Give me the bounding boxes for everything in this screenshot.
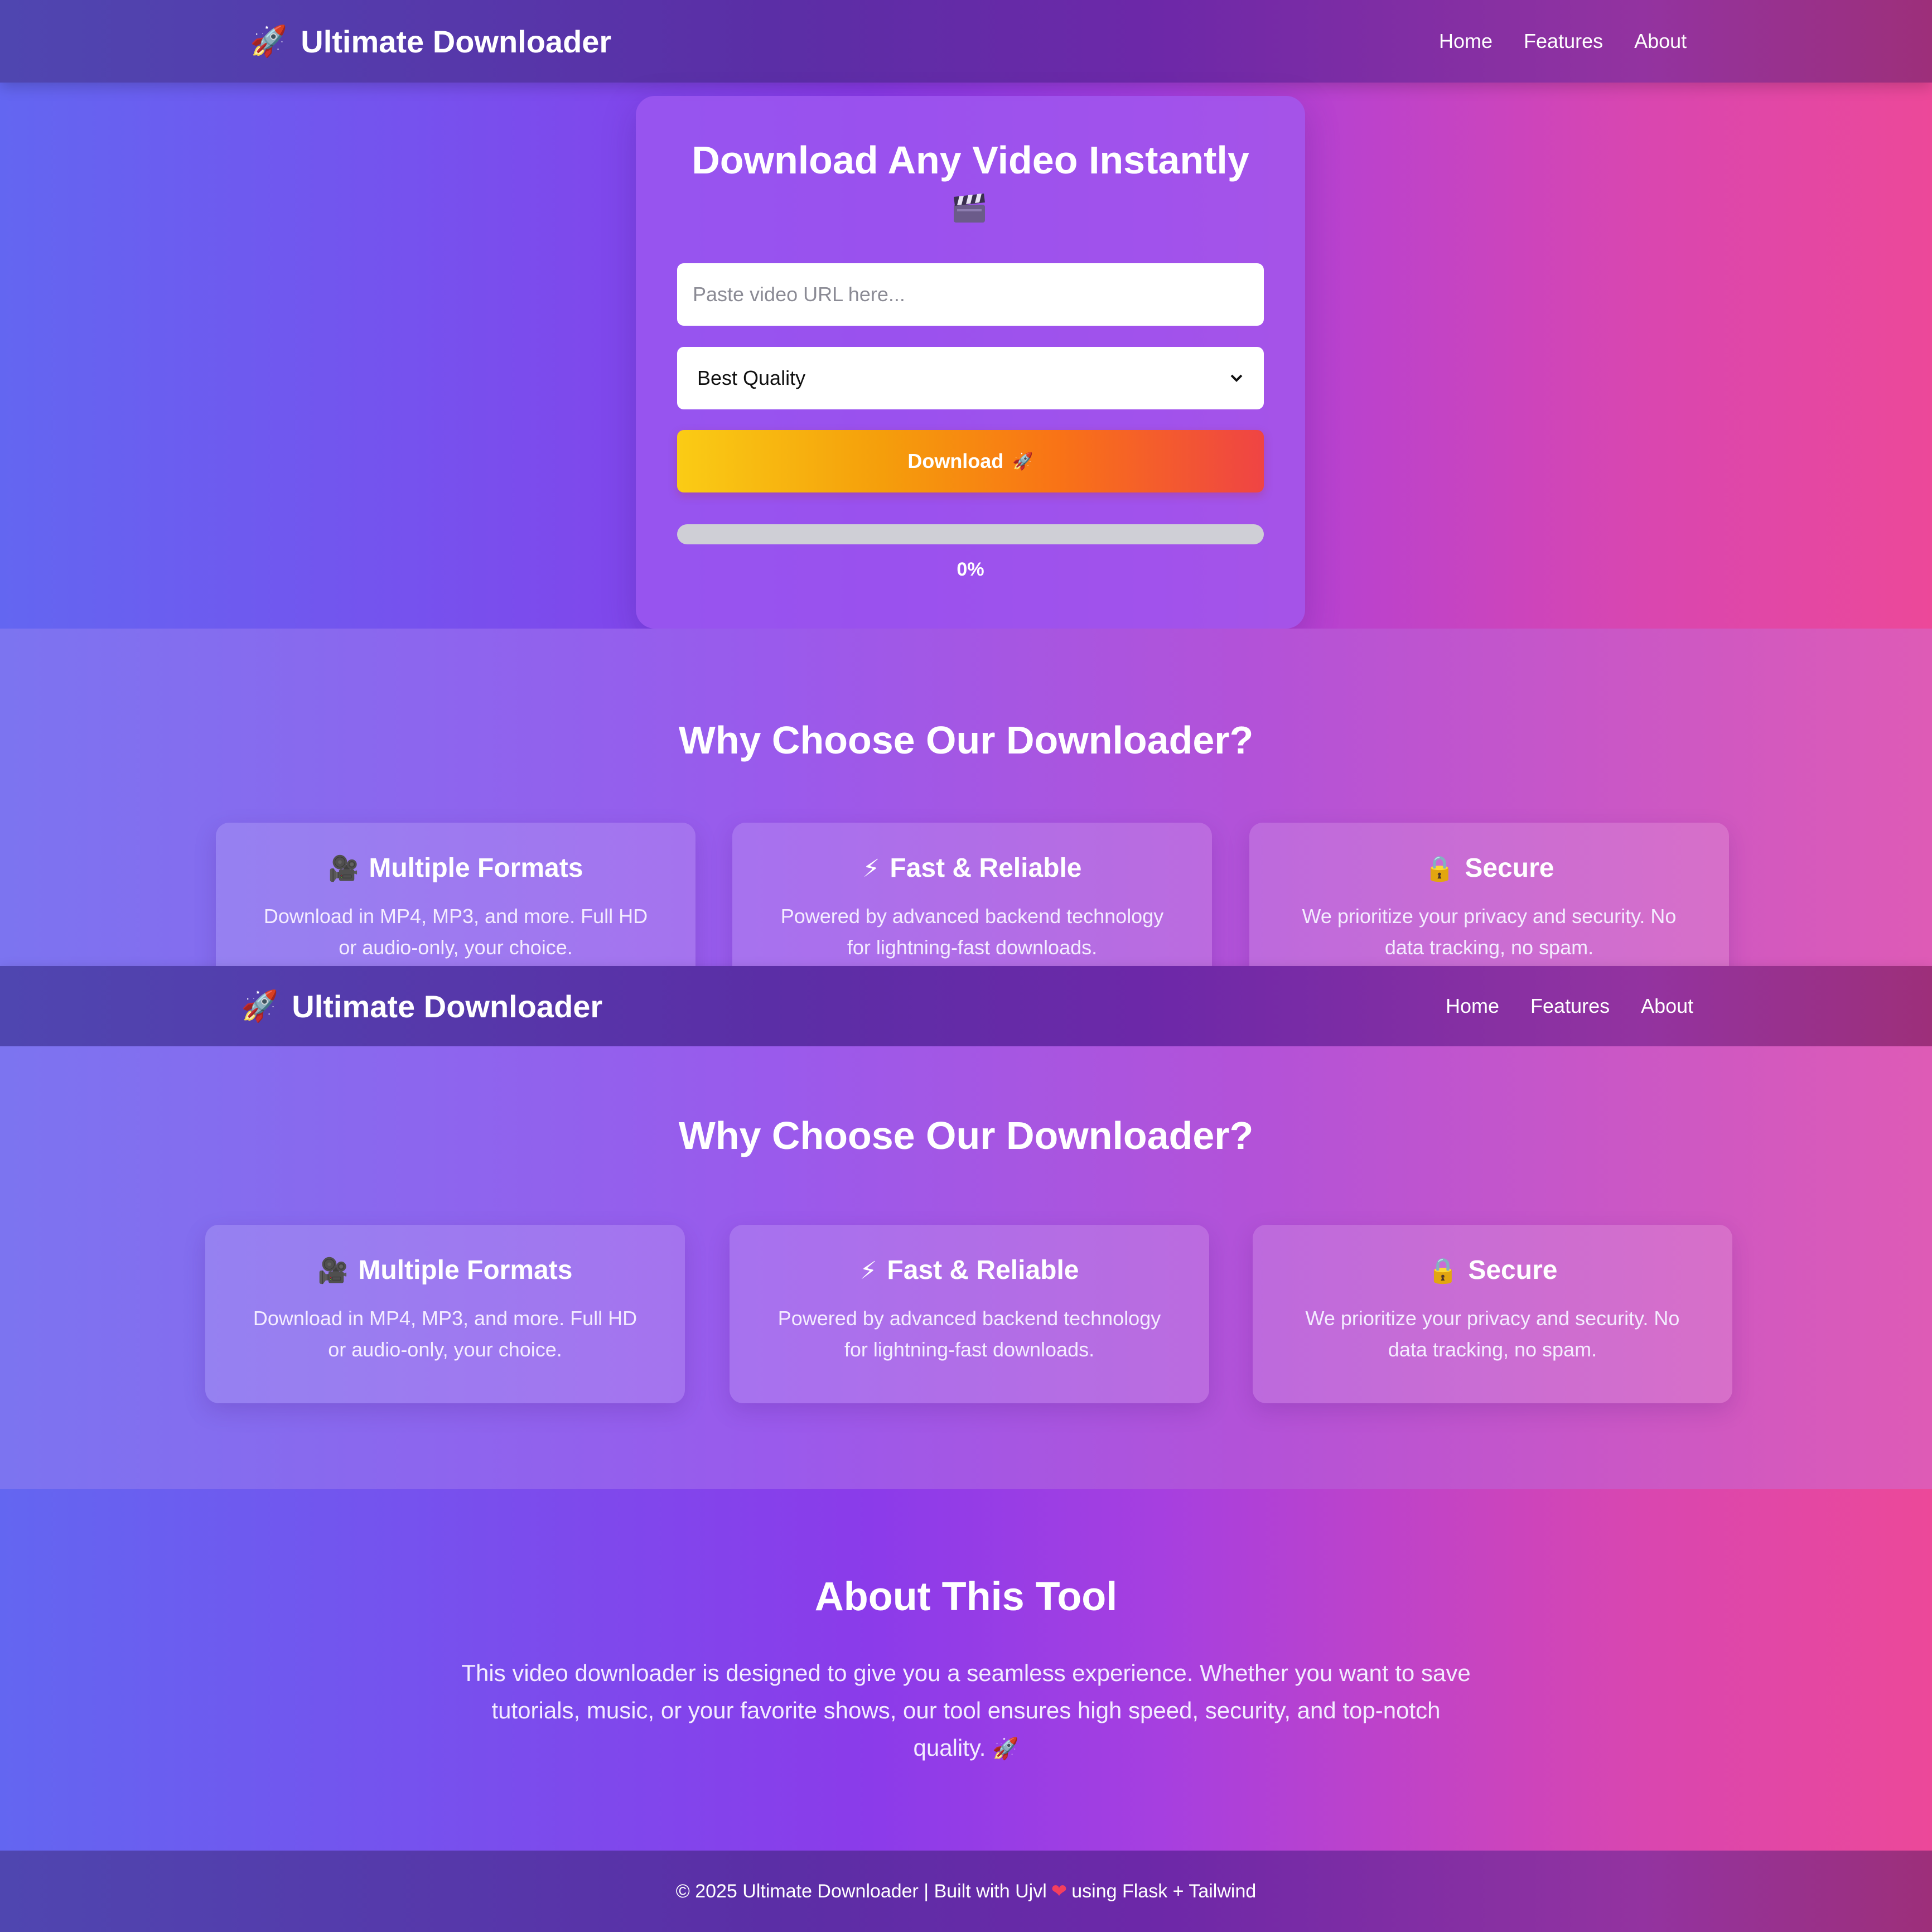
feature-card-secure: 🔒 Secure We prioritize your privacy and s… [1253, 1225, 1732, 1403]
lock-icon: 🔒 [1424, 855, 1455, 882]
nav-links: Home Features About [1439, 0, 1687, 83]
feature-card-fast: ⚡ Fast & Reliable Powered by advanced bac… [730, 1225, 1209, 1403]
rocket-icon: 🚀 [241, 989, 279, 1023]
features-title: Why Choose Our Downloader? [678, 1114, 1254, 1157]
lightning-icon: ⚡ [859, 1257, 877, 1284]
rocket-icon: 🚀 [992, 1737, 1019, 1761]
feature-title-text: Secure [1465, 853, 1554, 883]
nav-link-about[interactable]: About [1634, 30, 1687, 53]
about-text: This video downloader is designed to giv… [446, 1654, 1486, 1768]
features-section-top: Why Choose Our Downloader? 🎥 Multiple For… [0, 629, 1932, 966]
feature-desc-secure: We prioritize your privacy and security.… [1283, 901, 1696, 963]
brand-name: Ultimate Downloader [292, 988, 603, 1024]
feature-desc-line: or audio-only, your choice. [328, 1338, 562, 1361]
nav-link-features[interactable]: Features [1530, 994, 1610, 1018]
feature-desc-line: for lightning-fast downloads. [847, 936, 1098, 959]
feature-desc-line: data tracking, no spam. [1388, 1338, 1597, 1361]
feature-title-text: Fast & Reliable [890, 853, 1082, 883]
lock-icon: 🔒 [1427, 1257, 1458, 1284]
quality-selected-value: Best Quality [697, 366, 806, 389]
feature-desc-line: Download in MP4, MP3, and more. Full HD [263, 905, 648, 928]
brand-logo[interactable]: 🚀 Ultimate Downloader [250, 0, 611, 83]
chevron-down-icon [1230, 374, 1243, 382]
quality-select[interactable]: Best Quality [677, 347, 1264, 409]
video-url-input[interactable] [677, 263, 1264, 326]
features-section: Why Choose Our Downloader? 🎥 Multiple For… [0, 1046, 1932, 1489]
feature-title-text: Multiple Formats [358, 1255, 573, 1285]
brand-logo[interactable]: 🚀 Ultimate Downloader [241, 966, 602, 1046]
feature-title-secure: 🔒 Secure [1249, 853, 1729, 883]
hero-title: Download Any Video Instantly [692, 138, 1249, 182]
feature-desc-line: or audio-only, your choice. [339, 936, 573, 959]
about-title: About This Tool [814, 1574, 1118, 1619]
heart-icon: ❤ [1051, 1881, 1068, 1902]
feature-card-fast: ⚡ Fast & Reliable Powered by advanced bac… [732, 823, 1212, 966]
nav-links: Home Features About [1446, 966, 1693, 1046]
footer-text-start: © 2025 Ultimate Downloader | Built with … [675, 1880, 1047, 1902]
feature-desc-fast: Powered by advanced backend technology f… [766, 901, 1178, 963]
footer-text-end: using Flask + Tailwind [1071, 1880, 1257, 1902]
download-button[interactable]: Download 🚀 [677, 430, 1264, 492]
nav-link-features[interactable]: Features [1524, 30, 1603, 53]
feature-desc-line: Powered by advanced backend technology [777, 1307, 1161, 1330]
feature-title-formats: 🎥 Multiple Formats [205, 1255, 685, 1286]
about-text-line: tutorials, music, or your favorite shows… [491, 1697, 1441, 1723]
clapperboard-icon [954, 194, 985, 223]
top-navbar: 🚀 Ultimate Downloader Home Features Abou… [0, 0, 1932, 83]
about-text-line: This video downloader is designed to giv… [461, 1660, 1471, 1686]
feature-desc-formats: Download in MP4, MP3, and more. Full HD … [249, 901, 662, 963]
download-button-label: Download [907, 450, 1004, 472]
features-title: Why Choose Our Downloader? [678, 718, 1254, 762]
feature-title-fast: ⚡ Fast & Reliable [732, 853, 1212, 883]
about-text-line: quality. [913, 1735, 986, 1761]
feature-desc-line: Powered by advanced backend technology [780, 905, 1164, 928]
footer: © 2025 Ultimate Downloader | Built with … [0, 1851, 1932, 1932]
feature-desc-line: data tracking, no spam. [1384, 936, 1594, 959]
movie-camera-icon: 🎥 [328, 855, 359, 882]
feature-title-secure: 🔒 Secure [1253, 1255, 1732, 1286]
nav-link-about[interactable]: About [1641, 994, 1693, 1018]
feature-desc-secure: We prioritize your privacy and security.… [1286, 1303, 1699, 1365]
feature-desc-formats: Download in MP4, MP3, and more. Full HD … [239, 1303, 651, 1365]
feature-title-fast: ⚡ Fast & Reliable [730, 1255, 1209, 1286]
progress-bar [677, 524, 1264, 544]
feature-desc-line: We prioritize your privacy and security.… [1305, 1307, 1680, 1330]
feature-desc-line: We prioritize your privacy and security.… [1302, 905, 1677, 928]
lightning-icon: ⚡ [862, 855, 880, 882]
nav-link-home[interactable]: Home [1446, 994, 1499, 1018]
feature-title-text: Multiple Formats [369, 853, 583, 883]
feature-title-text: Fast & Reliable [887, 1255, 1079, 1285]
brand-name: Ultimate Downloader [301, 23, 612, 59]
feature-card-formats: 🎥 Multiple Formats Download in MP4, MP3, … [205, 1225, 685, 1403]
rocket-icon: 🚀 [1012, 452, 1033, 471]
feature-desc-line: for lightning-fast downloads. [844, 1338, 1095, 1361]
movie-camera-icon: 🎥 [317, 1257, 349, 1284]
feature-title-text: Secure [1468, 1255, 1558, 1285]
feature-desc-fast: Powered by advanced backend technology f… [763, 1303, 1176, 1365]
feature-title-formats: 🎥 Multiple Formats [216, 853, 695, 883]
top-navbar-scrolled: 🚀 Ultimate Downloader Home Features Abou… [0, 966, 1932, 1046]
rocket-icon: 🚀 [250, 24, 288, 58]
nav-link-home[interactable]: Home [1439, 30, 1493, 53]
feature-card-formats: 🎥 Multiple Formats Download in MP4, MP3, … [216, 823, 695, 966]
feature-desc-line: Download in MP4, MP3, and more. Full HD [253, 1307, 637, 1330]
feature-card-secure: 🔒 Secure We prioritize your privacy and s… [1249, 823, 1729, 966]
progress-percent: 0% [957, 559, 984, 580]
